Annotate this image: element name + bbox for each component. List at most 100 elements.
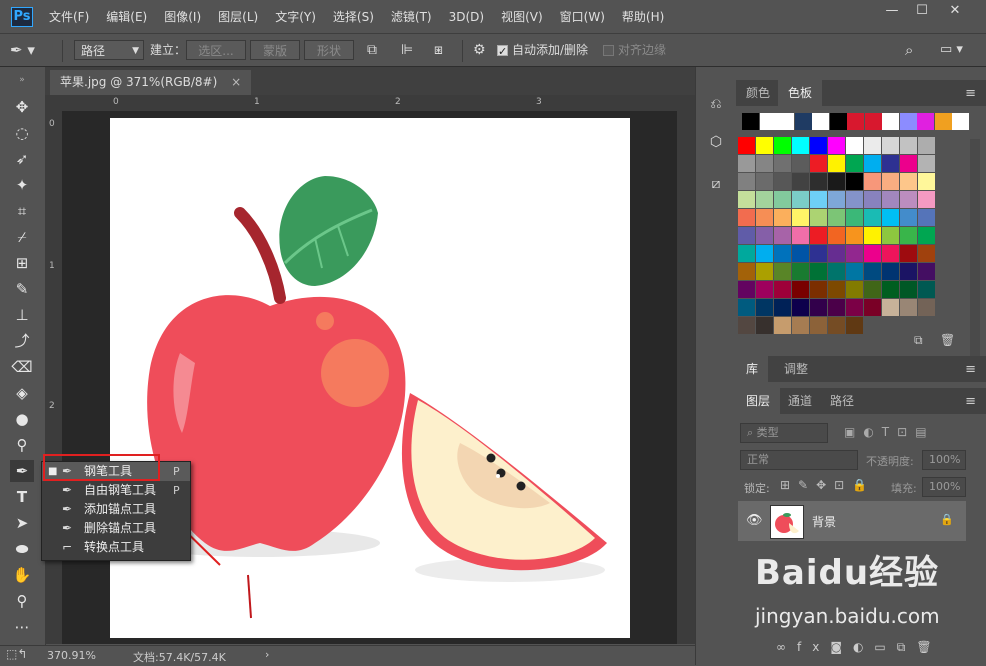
swatch[interactable] [900,155,917,172]
swatch[interactable] [847,113,864,130]
tab-paths[interactable]: 路径 [820,388,864,414]
swatch[interactable] [846,137,863,154]
swatch[interactable] [756,209,773,226]
layers-footer-icons[interactable]: ∞fx◙◐▭⧉🗑 [776,640,943,655]
swatch[interactable] [828,299,845,316]
swatch[interactable] [812,113,829,130]
swatch[interactable] [899,113,917,130]
tab-adjustments[interactable]: 调整 [774,356,818,382]
swatch[interactable] [810,245,827,262]
swatch[interactable] [810,227,827,244]
tab-channels[interactable]: 通道 [778,388,822,414]
menu-layer[interactable]: 图层(L) [218,8,258,25]
type-tool-icon[interactable]: T [10,486,34,508]
swatch[interactable] [792,245,809,262]
swatch[interactable] [756,299,773,316]
zoom-level[interactable]: 370.91% [47,649,96,662]
swatch[interactable] [742,113,759,130]
swatch[interactable] [828,209,845,226]
menu-view[interactable]: 视图(V) [501,8,543,25]
layer-row[interactable]: 👁 背景 🔒 [738,501,966,541]
swatch[interactable] [828,173,845,190]
panel-menu-icon[interactable]: ≡ [965,362,976,377]
swatch[interactable] [774,155,791,172]
swatch[interactable] [792,209,809,226]
collapse-arrows-icon[interactable]: » [10,69,34,91]
swatch[interactable] [756,227,773,244]
swatch[interactable] [846,317,863,334]
swatch[interactable] [792,263,809,280]
swatch[interactable] [774,245,791,262]
swatch[interactable] [756,317,773,334]
swatch[interactable] [828,227,845,244]
swatch[interactable] [882,263,899,280]
canvas-scrollbar[interactable] [677,95,695,644]
swatches-scrollbar[interactable] [970,139,980,379]
swatch[interactable] [810,137,827,154]
magic-wand-tool-icon[interactable]: ✦ [10,174,34,196]
swatch[interactable] [756,281,773,298]
menu-select[interactable]: 选择(S) [333,8,374,25]
swatch[interactable] [774,209,791,226]
swatch[interactable] [918,137,935,154]
swatch[interactable] [846,227,863,244]
swatch[interactable] [917,113,934,130]
swatch[interactable] [810,173,827,190]
swatch[interactable] [774,137,791,154]
swatch[interactable] [756,155,773,172]
move-tool-icon[interactable]: ✥ [10,96,34,118]
menu-filter[interactable]: 滤镜(T) [391,8,432,25]
swatch[interactable] [918,227,935,244]
tab-layers[interactable]: 图层 [736,388,781,414]
trash-icon[interactable]: 🗑 [940,333,955,347]
make-shape-button[interactable]: 形状 [304,40,354,60]
paint-bucket-tool-icon[interactable]: ◈ [10,382,34,404]
swatch[interactable] [738,281,755,298]
layer-filter-select[interactable]: ⌕ 类型 [740,423,828,443]
new-swatch-icon[interactable]: ⧉ [914,333,923,348]
hand-tool-icon[interactable]: ✋ [10,564,34,586]
swatch[interactable] [738,209,755,226]
swatch[interactable] [864,281,881,298]
swatch[interactable] [882,191,899,208]
swatch[interactable] [756,245,773,262]
swatch[interactable] [756,137,773,154]
swatch[interactable] [900,299,917,316]
swatch[interactable] [792,173,809,190]
swatch[interactable] [846,245,863,262]
lasso-tool-icon[interactable]: ➶ [10,148,34,170]
mode-select[interactable]: 路径 ▼ [74,40,144,60]
swatch[interactable] [810,299,827,316]
swatch[interactable] [828,191,845,208]
gear-icon[interactable]: ⚙ [473,40,486,60]
menu-file[interactable]: 文件(F) [49,8,89,25]
opacity-field[interactable]: 100% [922,450,966,470]
swatch[interactable] [774,173,791,190]
menu-3d[interactable]: 3D(D) [449,10,484,24]
swatch[interactable] [864,137,881,154]
layer-filter-icons[interactable]: ▣◐T⊡▤ [844,425,935,439]
tab-swatches[interactable]: 色板 [778,80,823,106]
swatch[interactable] [756,263,773,280]
close-tab-icon[interactable]: × [231,75,241,89]
swatch[interactable] [774,317,791,334]
flyout-item-add-anchor[interactable]: ✒ 添加锚点工具 [42,500,190,519]
flyout-item-convert-point[interactable]: ⌐ 转换点工具 [42,538,190,557]
panel-menu-icon[interactable]: ≡ [965,86,976,101]
path-arrangement-icon[interactable]: ⧆ [434,40,443,60]
swatch[interactable] [918,209,935,226]
swatch[interactable] [846,209,863,226]
swatch[interactable] [846,191,863,208]
swatch[interactable] [882,227,899,244]
swatch[interactable] [828,263,845,280]
lock-icons[interactable]: ⊞✎✥⊡🔒 [780,478,875,492]
swatch[interactable] [810,263,827,280]
menu-help[interactable]: 帮助(H) [622,8,664,25]
brush-tool-icon[interactable]: ✎ [10,278,34,300]
blur-tool-icon[interactable]: ● [10,408,34,430]
fill-field[interactable]: 100% [922,477,966,497]
workspace-icon[interactable]: ▭ ▾ [940,40,963,60]
eye-icon[interactable]: 👁 [746,513,763,528]
swatch[interactable] [900,263,917,280]
swatch[interactable] [900,281,917,298]
